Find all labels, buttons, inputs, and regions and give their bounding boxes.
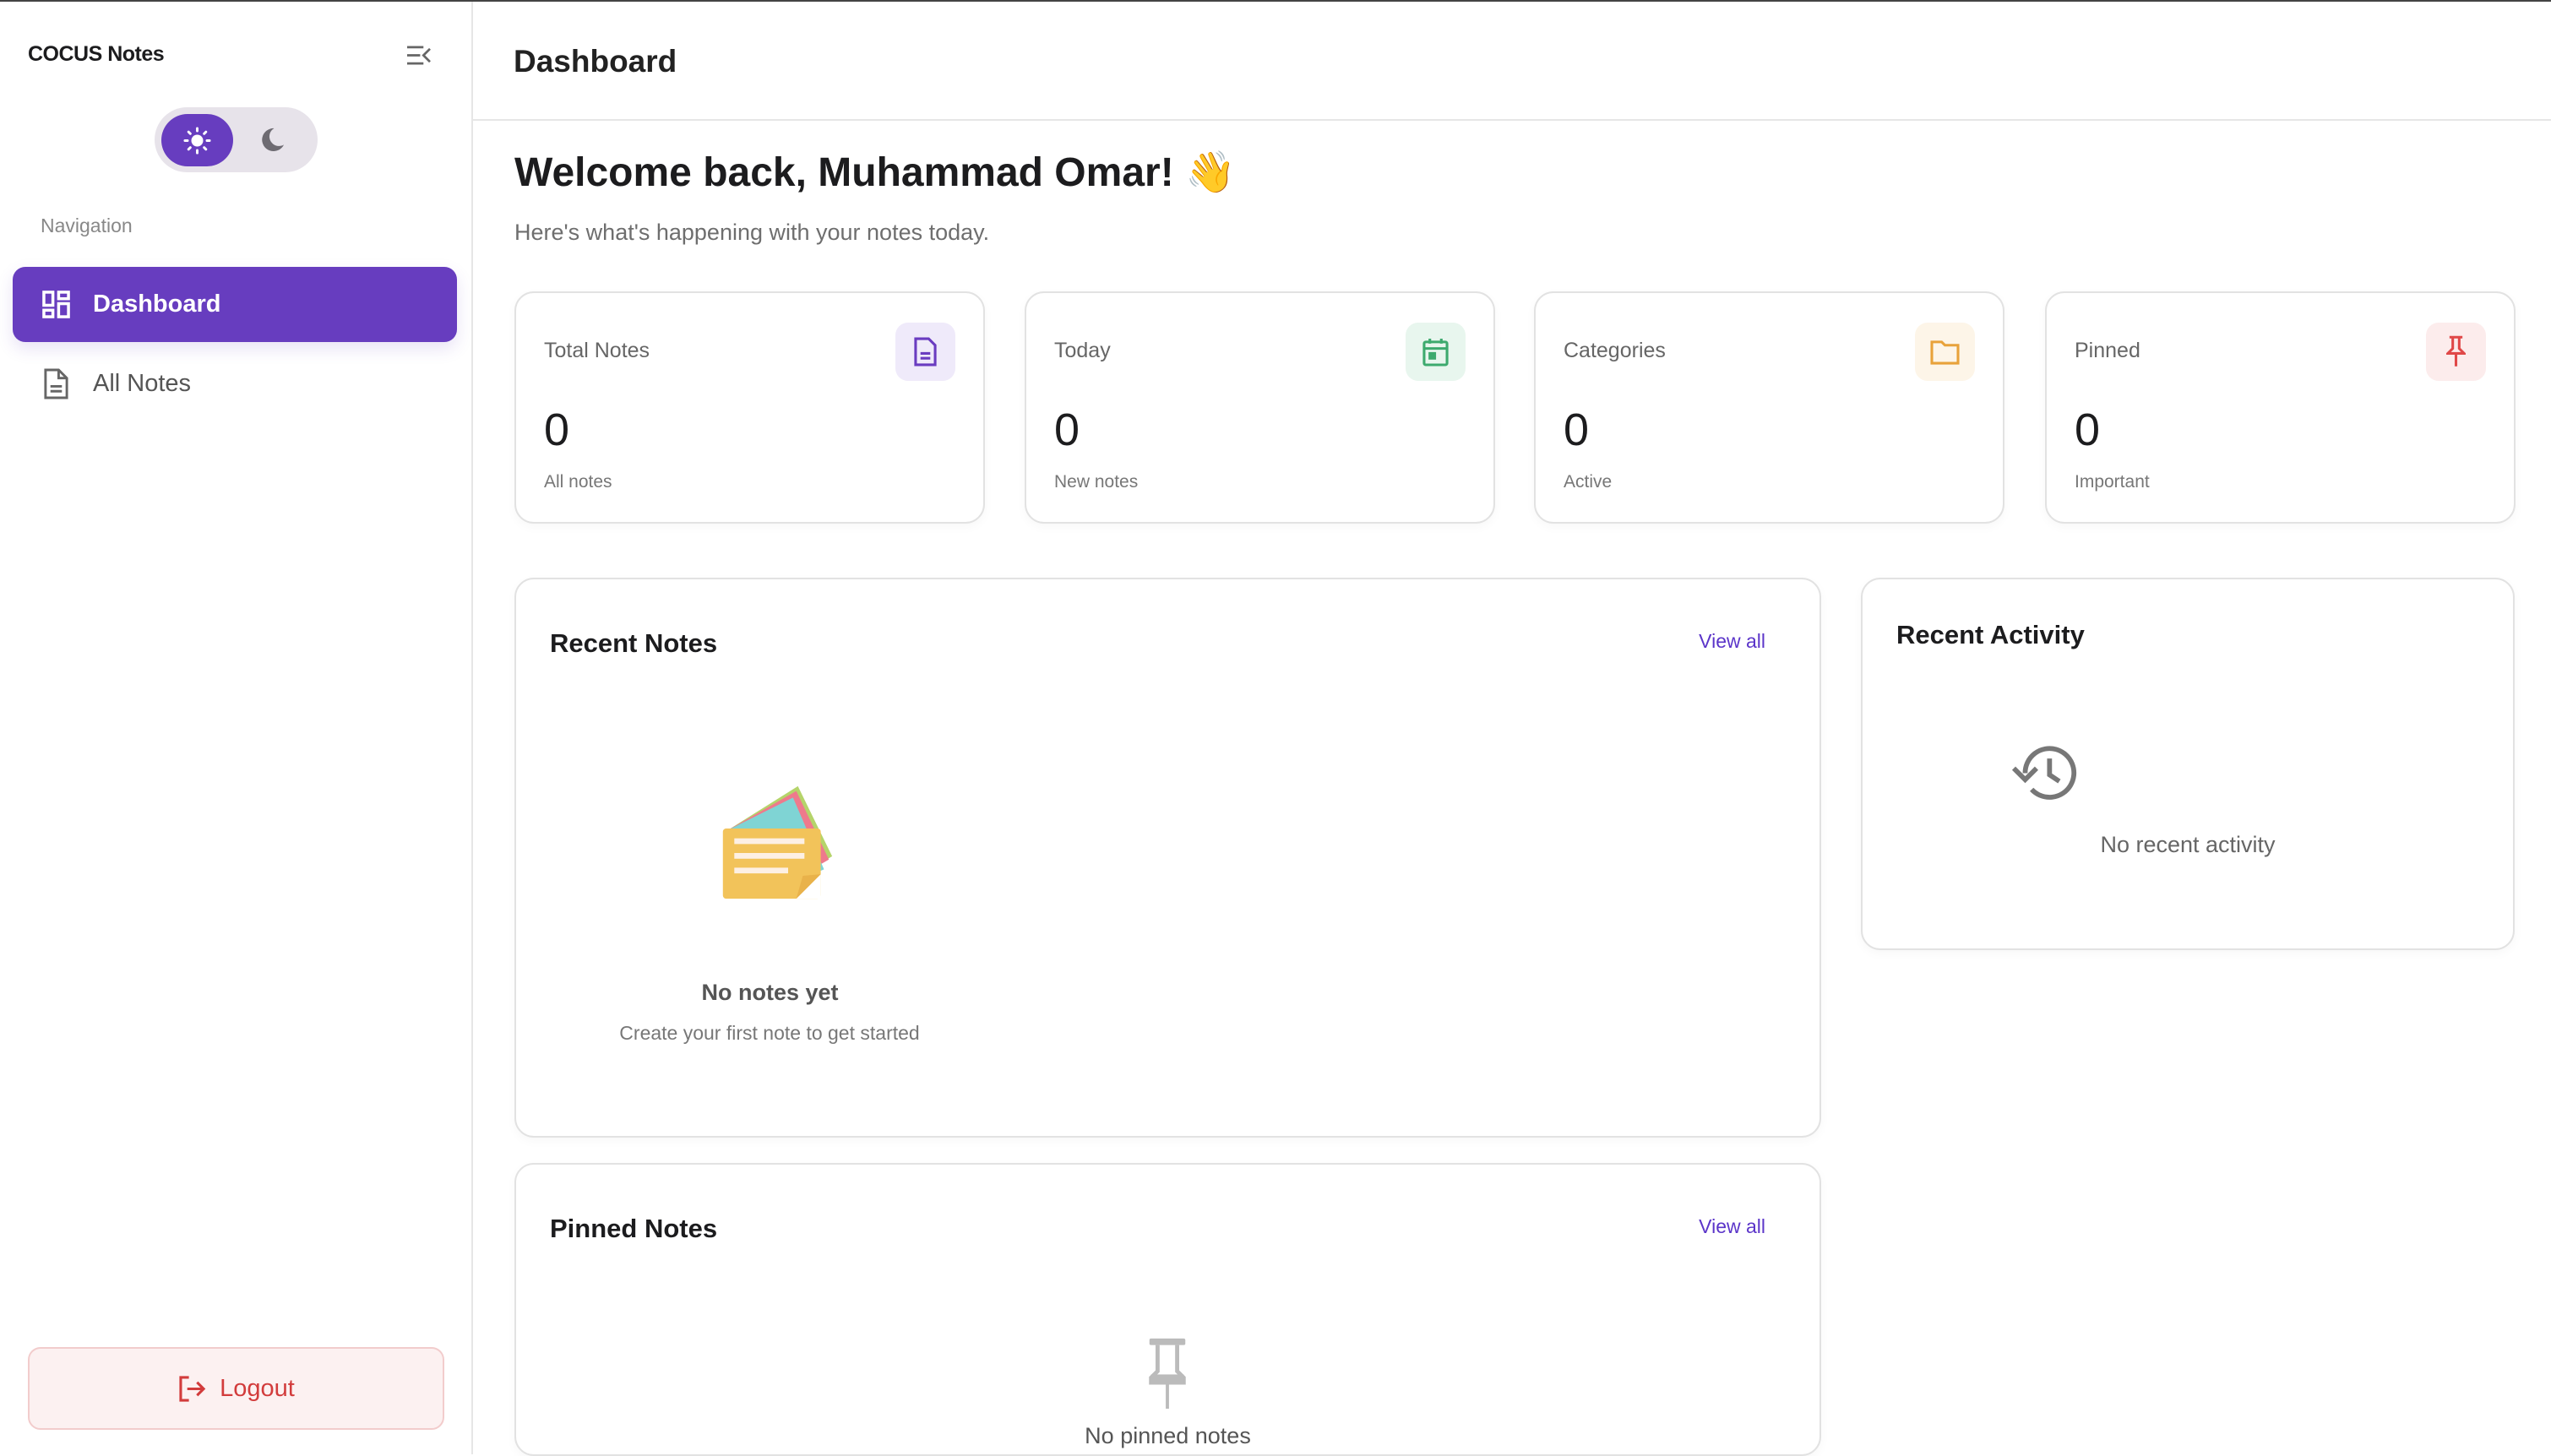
stat-label: Categories xyxy=(1564,339,1666,362)
stat-label: Total Notes xyxy=(544,339,650,362)
theme-toggle[interactable] xyxy=(155,107,318,172)
stat-caption: Active xyxy=(1564,472,1613,492)
empty-text: No recent activity xyxy=(2100,832,2276,857)
document-icon xyxy=(44,368,68,399)
view-all-link[interactable]: View all xyxy=(1699,1215,1765,1238)
app: COCUS Notes Navigation Dashboard All Not… xyxy=(0,0,2551,1456)
stat-value: 0 xyxy=(2075,405,2101,455)
stat-label: Today xyxy=(1054,339,1111,362)
stat-caption: All notes xyxy=(544,472,612,492)
stat-caption: New notes xyxy=(1054,472,1139,492)
header: Dashboard xyxy=(473,2,2551,121)
folder-icon xyxy=(1915,323,1975,381)
app-title: COCUS Notes xyxy=(28,42,165,66)
sidebar: COCUS Notes Navigation Dashboard All Not… xyxy=(0,2,473,1454)
dashboard-icon xyxy=(42,291,70,318)
logout-icon xyxy=(179,1375,206,1402)
logout-button[interactable]: Logout xyxy=(28,1347,444,1430)
stat-value: 0 xyxy=(1054,405,1080,455)
pinned-notes-card: Pinned Notes View all No pinned notes xyxy=(514,1163,1821,1456)
logout-label: Logout xyxy=(220,1374,295,1402)
section-title: Recent Notes xyxy=(550,628,718,658)
sticky-notes-illustration xyxy=(722,785,833,899)
welcome-subtitle: Here's what's happening with your notes … xyxy=(514,220,990,245)
history-icon xyxy=(2011,746,2077,800)
document-icon xyxy=(895,323,955,381)
stat-caption: Important xyxy=(2075,472,2150,492)
stat-value: 0 xyxy=(544,405,570,455)
sun-icon xyxy=(183,126,211,155)
recent-notes-card: Recent Notes View all No notes yet Creat… xyxy=(514,578,1821,1138)
empty-subtitle: Create your first note to get started xyxy=(619,1022,920,1044)
empty-title: No notes yet xyxy=(701,980,839,1005)
stat-label: Pinned xyxy=(2075,339,2140,362)
pin-icon xyxy=(1149,1338,1186,1409)
sidebar-item-dashboard[interactable]: Dashboard xyxy=(13,267,457,342)
sidebar-item-label: Dashboard xyxy=(93,291,221,318)
view-all-link[interactable]: View all xyxy=(1699,630,1765,653)
stat-card-today: Today 0 New notes xyxy=(1025,291,1495,524)
calendar-icon xyxy=(1406,323,1466,381)
stat-card-categories: Categories 0 Active xyxy=(1534,291,2004,524)
dark-mode-button[interactable] xyxy=(253,120,291,159)
stat-card-pinned: Pinned 0 Important xyxy=(2045,291,2516,524)
empty-title: No pinned notes xyxy=(1085,1423,1251,1448)
stat-card-total-notes: Total Notes 0 All notes xyxy=(514,291,985,524)
section-title: Recent Activity xyxy=(1896,620,2085,649)
recent-activity-card: Recent Activity No recent activity xyxy=(1861,578,2515,950)
navigation-label: Navigation xyxy=(41,215,133,236)
welcome-title: Welcome back, Muhammad Omar! 👋 xyxy=(514,150,1236,195)
section-title: Pinned Notes xyxy=(550,1214,718,1243)
collapse-sidebar-button[interactable] xyxy=(405,44,432,67)
moon-icon xyxy=(261,128,284,151)
stat-value: 0 xyxy=(1564,405,1590,455)
pin-icon xyxy=(2426,323,2486,381)
light-mode-button[interactable] xyxy=(161,114,233,166)
collapse-icon xyxy=(407,46,431,65)
sidebar-item-label: All Notes xyxy=(93,370,192,397)
page-title: Dashboard xyxy=(514,44,677,79)
sidebar-item-all-notes[interactable]: All Notes xyxy=(13,346,457,421)
